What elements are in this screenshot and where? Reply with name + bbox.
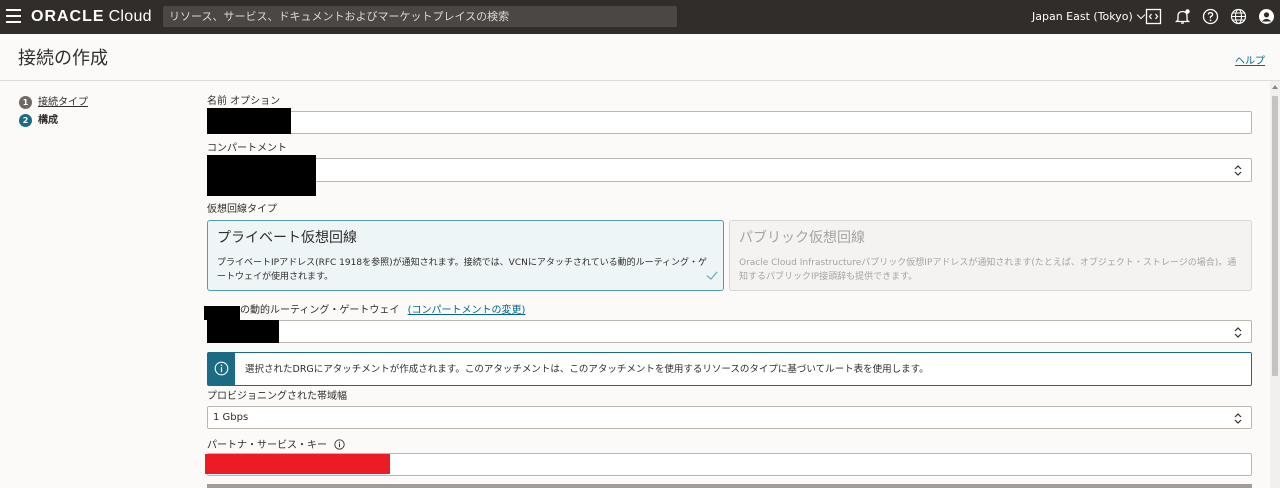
code-editor-icon[interactable]: [1145, 8, 1162, 25]
select-arrows-icon: [1234, 165, 1242, 176]
top-navigation-bar: ORACLE Cloud リソース、サービス、ドキュメントおよびマーケットプレイス…: [0, 0, 1280, 34]
redaction-block: [204, 306, 240, 320]
help-link[interactable]: ヘルプ: [1235, 52, 1265, 67]
step-configuration: 2 構成: [19, 114, 58, 128]
bandwidth-label: プロビジョニングされた帯域幅: [207, 391, 347, 402]
redaction-block: [207, 108, 291, 134]
info-tooltip-icon[interactable]: [334, 439, 345, 450]
redaction-block-red: [205, 454, 390, 474]
partner-service-key-label-text: パートナ・サービス・キー: [207, 440, 327, 451]
info-message-text: 選択されたDRGにアタッチメントが作成されます。このアタッチメントは、このアタッ…: [245, 364, 929, 375]
scrollbar[interactable]: [1270, 81, 1280, 488]
next-section-bar: [207, 484, 1252, 488]
select-arrows-icon: [1234, 326, 1242, 338]
region-label: Japan East (Tokyo): [1032, 10, 1133, 23]
step-connection-type[interactable]: 1 接続タイプ: [19, 96, 88, 110]
step-number: 1: [19, 96, 32, 109]
public-circuit-title: パブリック仮想回線: [739, 230, 865, 246]
info-icon: [214, 361, 229, 376]
page-title: 接続の作成: [18, 48, 108, 69]
info-message-box: 選択されたDRGにアタッチメントが作成されます。このアタッチメントは、このアタッ…: [207, 352, 1252, 386]
change-compartment-link[interactable]: (コンパートメントの変更): [408, 305, 526, 316]
oracle-cloud-logo[interactable]: ORACLE Cloud: [31, 6, 152, 28]
select-arrows-icon: [1234, 412, 1242, 424]
step-number: 2: [19, 114, 32, 127]
circuit-type-label: 仮想回線タイプ: [207, 204, 277, 215]
drg-select[interactable]: [207, 320, 1252, 343]
bandwidth-select[interactable]: 1 Gbps: [207, 406, 1252, 429]
help-icon[interactable]: [1202, 8, 1219, 25]
page-header: 接続の作成 ヘルプ: [0, 34, 1280, 81]
globe-icon[interactable]: [1230, 8, 1247, 25]
private-circuit-title: プライベート仮想回線: [217, 230, 357, 246]
search-input[interactable]: リソース、サービス、ドキュメントおよびマーケットプレイスの検索: [163, 6, 677, 27]
partner-service-key-label: パートナ・サービス・キー: [207, 439, 345, 452]
menu-icon[interactable]: [6, 9, 21, 23]
chevron-down-icon: [1136, 10, 1146, 20]
step-label: 接続タイプ: [38, 97, 88, 108]
redaction-block: [207, 320, 279, 343]
compartment-label: コンパートメント: [207, 143, 287, 154]
redaction-block: [207, 155, 316, 196]
drg-label: の動的ルーティング・ゲートウェイ (コンパートメントの変更): [240, 305, 525, 317]
name-input[interactable]: [207, 111, 1252, 134]
drg-label-text: の動的ルーティング・ゲートウェイ: [240, 305, 400, 316]
info-icon-bar: [208, 353, 235, 385]
brand-oracle: ORACLE: [31, 8, 105, 25]
private-circuit-card[interactable]: プライベート仮想回線 プライベートIPアドレス(RFC 1918を参照)が通知さ…: [207, 220, 724, 291]
user-icon[interactable]: [1258, 8, 1275, 25]
brand-cloud: Cloud: [108, 8, 152, 25]
private-circuit-description: プライベートIPアドレス(RFC 1918を参照)が通知されます。接続では、VC…: [217, 258, 708, 282]
compartment-select[interactable]: [207, 158, 1252, 182]
scroll-up-arrow-icon[interactable]: [1272, 85, 1278, 89]
region-selector[interactable]: Japan East (Tokyo): [1032, 9, 1146, 25]
public-circuit-card[interactable]: パブリック仮想回線 Oracle Cloud Infrastructureパブリ…: [729, 220, 1252, 291]
public-circuit-description: Oracle Cloud Infrastructureパブリック仮想IPアドレス…: [739, 258, 1237, 282]
bell-icon[interactable]: [1174, 8, 1191, 25]
name-label: 名前 オプション: [207, 96, 281, 107]
scrollbar-thumb[interactable]: [1272, 96, 1278, 376]
bandwidth-value: 1 Gbps: [213, 412, 249, 423]
step-label: 構成: [38, 115, 58, 126]
